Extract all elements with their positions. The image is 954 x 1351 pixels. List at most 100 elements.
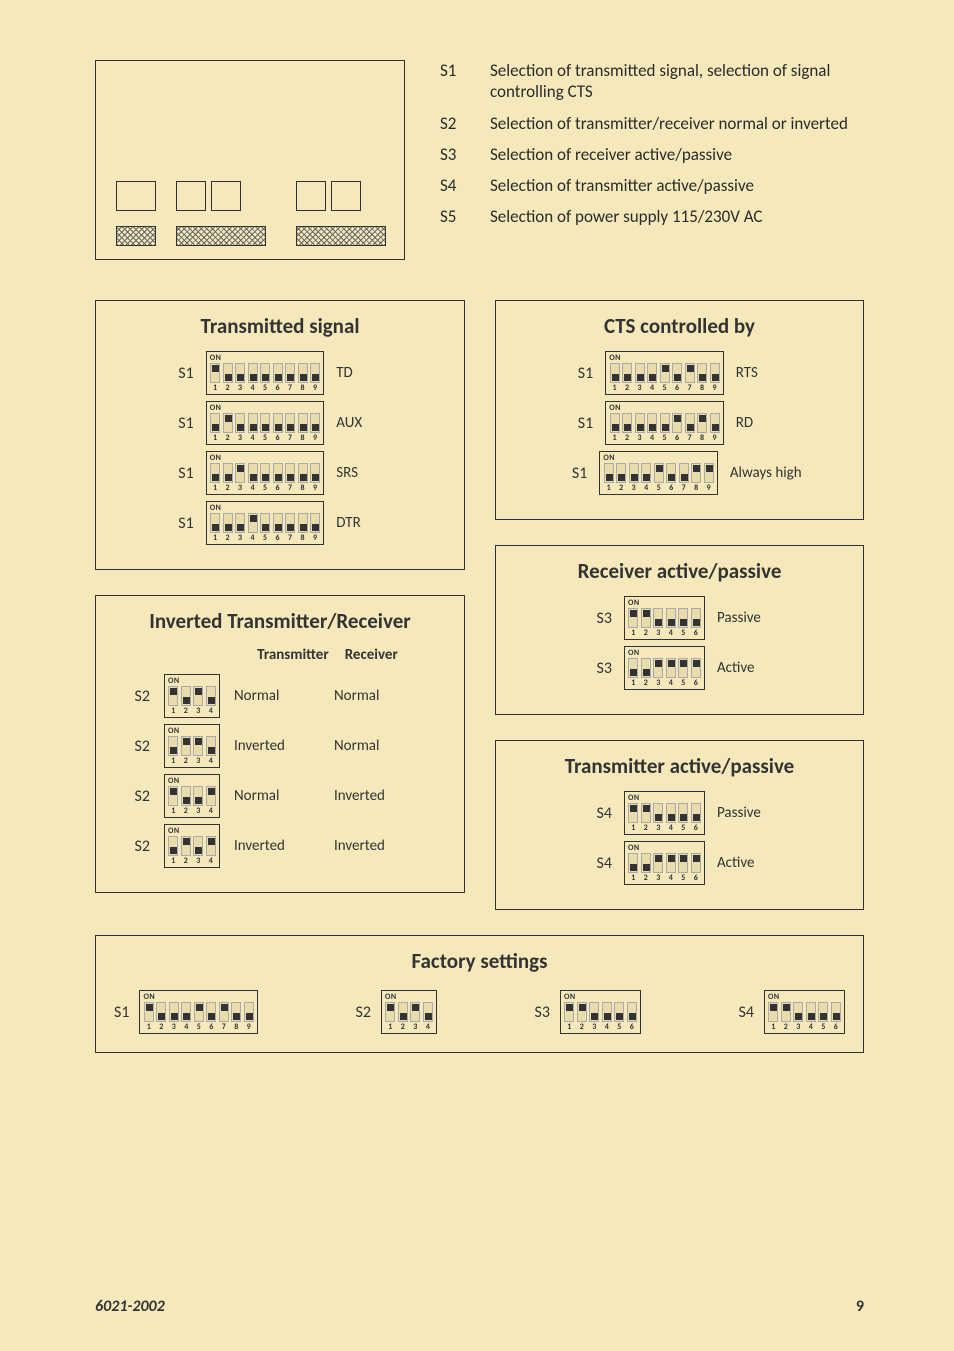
col-header: Receiver [345,646,398,664]
dip-switch: ON123456789 [206,401,325,445]
switch-result: Active [717,659,777,677]
dip-switch: ON123456 [624,596,705,640]
switch-result: Passive [717,609,777,627]
factory-item: S4 ON123456 [739,990,845,1034]
footer: 6021-2002 9 [95,1297,864,1316]
panel-title: Inverted Transmitter/Receiver [106,608,454,634]
desc-text: Selection of transmitted signal, selecti… [490,60,864,103]
rx-mode: Inverted [334,837,420,855]
switch-label: S1 [563,364,593,383]
dip-switch: ON1234 [164,674,220,718]
switch-row: S2ON1234NormalInverted [124,774,454,818]
transmitter-ap-panel: Transmitter active/passive S4 ON123456 Pas… [495,740,864,910]
switch-row: S2 ON1234 Inverted Normal [124,724,454,768]
factory-item: S3 ON123456 [535,990,641,1034]
switch-row: S4 ON123456 Passive [506,791,853,835]
switch-row: S1 ON123456789 SRS [106,451,454,495]
dip-switch: ON123456 [764,990,845,1034]
dip-switch: ON1234 [381,990,437,1034]
switch-label: S1 [563,414,593,433]
switch-row: S1 ON123456789 RTS [506,351,853,395]
doc-number: 6021-2002 [95,1297,165,1316]
dip-switch: ON123456 [624,841,705,885]
tx-mode: Inverted [234,737,320,755]
switch-label: S2 [124,737,150,756]
dip-switch: ON123456 [560,990,641,1034]
factory-settings-panel: Factory settings S1 ON123456789 S2 ON1234 S3… [95,935,864,1053]
switch-row: S2 ON1234 Normal Normal [124,674,454,718]
rx-mode: Inverted [334,787,420,805]
switch-label: S1 [164,414,194,433]
desc-key: S2 [440,113,470,134]
factory-item: S2 ON1234 [356,990,437,1034]
switch-label: S1 [114,1003,129,1022]
dip-switch: ON123456789 [206,351,325,395]
switch-row: S2 ON1234 Inverted Inverted [124,824,454,868]
desc-text: Selection of transmitter active/passive [490,175,864,196]
dip-switch: ON123456789 [139,990,258,1034]
dip-switch: ON123456789 [206,451,325,495]
switch-row: S3 ON123456 Passive [506,596,853,640]
panel-title: Transmitted signal [106,313,454,339]
switch-label: S1 [164,464,194,483]
switch-label: S2 [124,837,150,856]
switch-row: S1 ON123456789 DTR [106,501,454,545]
switch-row: S3 ON123456 Active [506,646,853,690]
desc-key: S1 [440,60,470,103]
desc-text: Selection of receiver active/passive [490,144,864,165]
dip-switch: ON123456789 [605,401,724,445]
switch-label: S3 [582,609,612,628]
switch-label: S4 [582,854,612,873]
tx-mode: Normal [234,687,320,705]
cts-panel: CTS controlled by S1 ON123456789 RTS S1 ON12… [495,300,864,520]
dip-switch: ON123456789 [206,501,325,545]
switch-result: RD [736,414,796,432]
dip-switch: ON1234 [164,824,220,868]
switch-result: Passive [717,804,777,822]
switch-label: S1 [164,514,194,533]
switch-label: S1 [164,364,194,383]
switch-result: RTS [736,364,796,382]
panel-title: CTS controlled by [506,313,853,339]
switch-descriptions: S1 Selection of transmitted signal, selec… [440,60,864,260]
panel-title: Transmitter active/passive [506,753,853,779]
receiver-ap-panel: Receiver active/passive S3 ON123456 Passiv… [495,545,864,715]
switch-label: S2 [124,687,150,706]
switch-label: S2 [356,1003,371,1022]
dip-switch: ON1234 [164,774,220,818]
dip-switch: ON123456789 [599,451,718,495]
desc-key: S4 [440,175,470,196]
panel-title: Factory settings [114,948,845,974]
rx-mode: Normal [334,737,420,755]
switch-label: S4 [582,804,612,823]
switch-row: S1 ON123456789 RD [506,401,853,445]
page-number: 9 [856,1297,864,1316]
panel-title: Receiver active/passive [506,558,853,584]
switch-result: Always high [730,464,802,482]
switch-label: S3 [582,659,612,678]
inverted-panel: Inverted Transmitter/Receiver Transmitte… [95,595,465,893]
dip-switch: ON123456789 [605,351,724,395]
col-header: Transmitter [257,646,329,664]
switch-row: S4 ON123456 Active [506,841,853,885]
dip-switch: ON123456 [624,646,705,690]
factory-item: S1 ON123456789 [114,990,258,1034]
switch-label: S3 [535,1003,550,1022]
switch-result: DTR [336,514,396,532]
desc-text: Selection of power supply 115/230V AC [490,206,864,227]
switch-result: TD [336,364,396,382]
dip-switch: ON1234 [164,724,220,768]
switch-result: AUX [336,414,396,432]
switch-result: SRS [336,464,396,482]
dip-switch: ON123456 [624,791,705,835]
rx-mode: Normal [334,687,420,705]
switch-result: Active [717,854,777,872]
tx-mode: Inverted [234,837,320,855]
switch-label: S2 [124,787,150,806]
switch-label: S4 [739,1003,754,1022]
desc-key: S3 [440,144,470,165]
desc-key: S5 [440,206,470,227]
desc-text: Selection of transmitter/receiver normal… [490,113,864,134]
transmitted-signal-panel: Transmitted signal S1 ON123456789 TD S1 ON12… [95,300,465,570]
pcb-diagram [95,60,405,260]
